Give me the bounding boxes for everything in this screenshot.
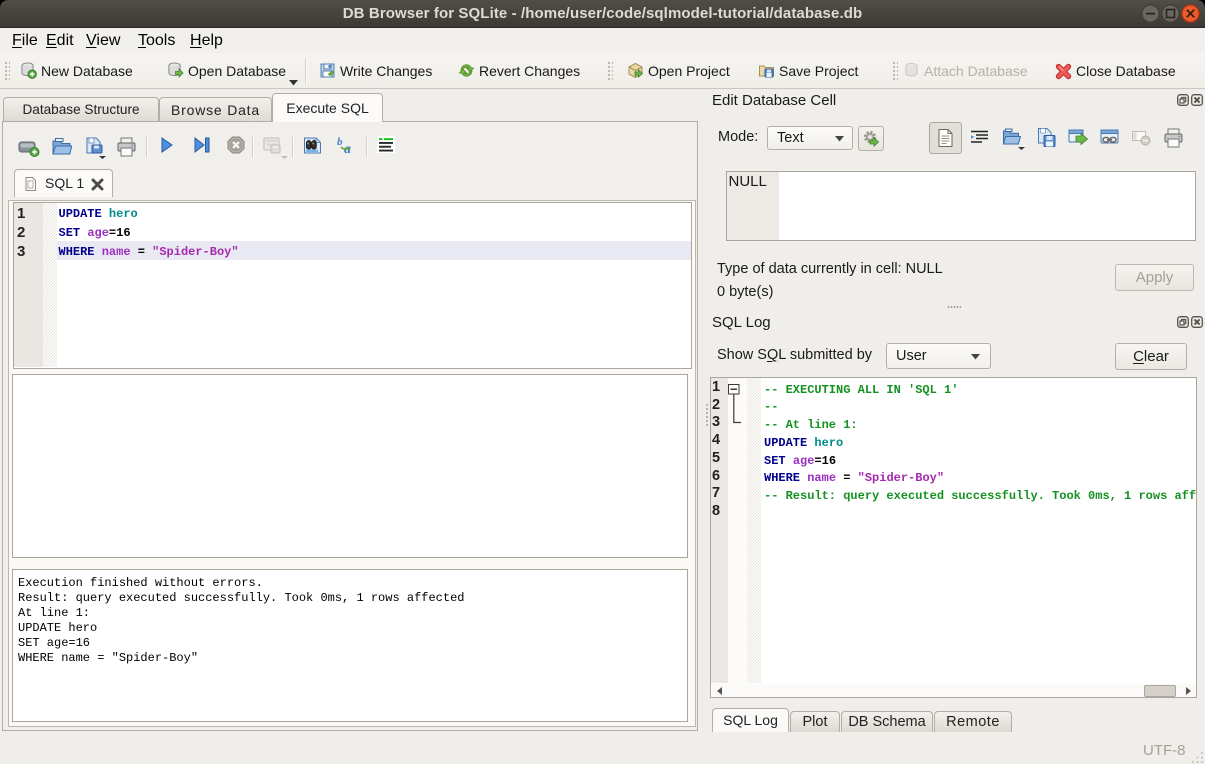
svg-text:b: b	[337, 136, 343, 148]
